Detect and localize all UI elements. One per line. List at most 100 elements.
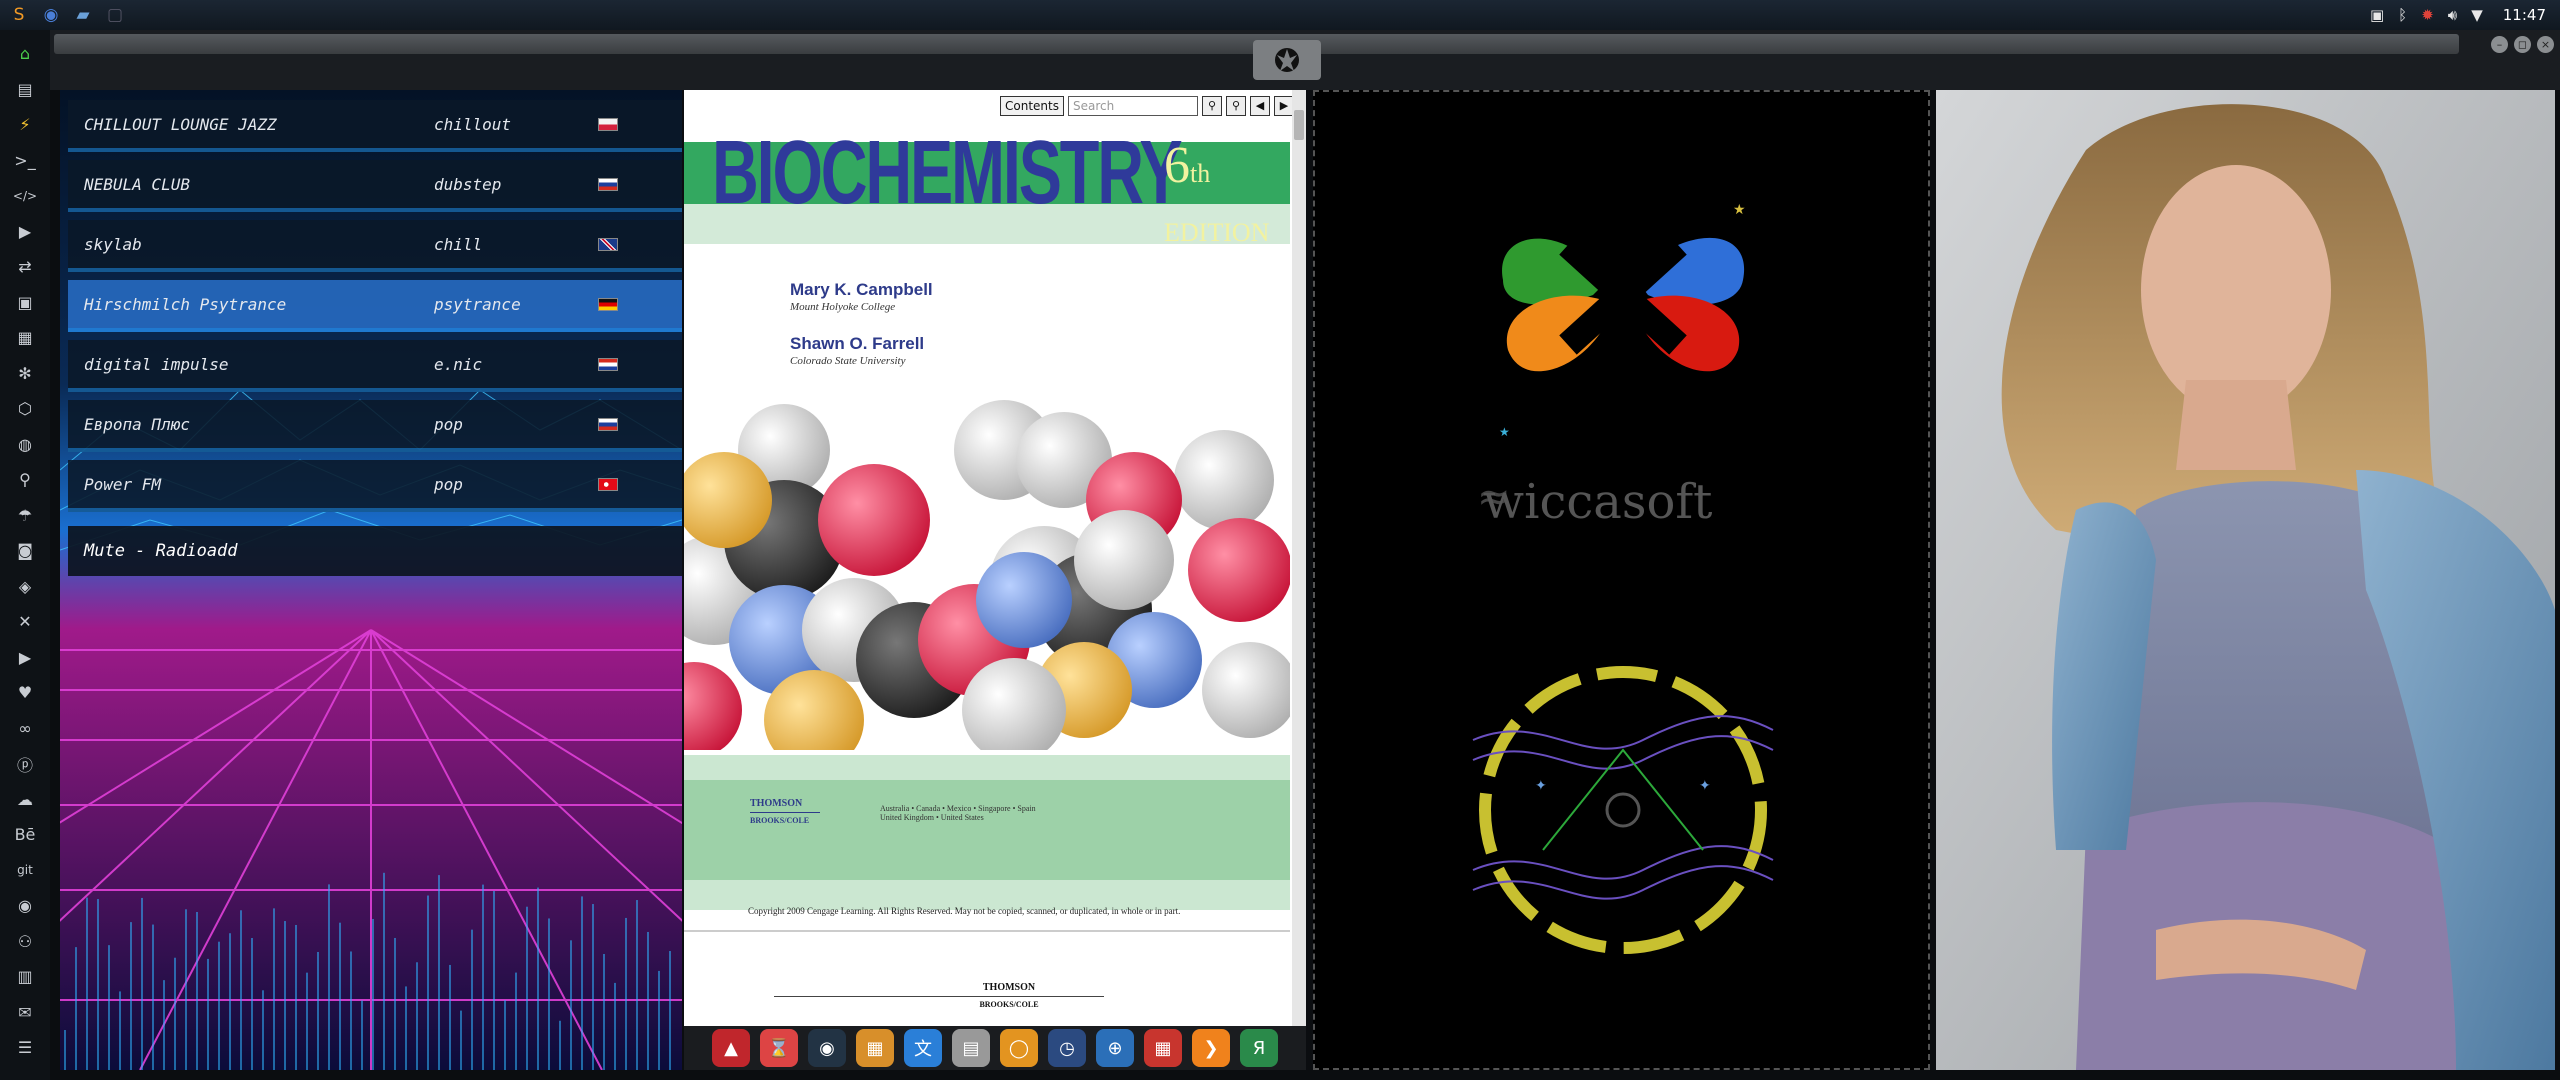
volume-icon[interactable]: 🔊︎ [2448, 6, 2457, 24]
folder-icon[interactable]: ▰ [70, 2, 96, 28]
copyright-notice: Copyright 2009 Cengage Learning. All Rig… [748, 906, 1181, 916]
terminal-icon[interactable]: >_ [5, 143, 45, 179]
next-page-icon[interactable]: ▶ [1274, 96, 1294, 116]
translate-icon[interactable]: ⇄ [5, 249, 45, 285]
translator-app-icon[interactable]: 文 [904, 1029, 942, 1067]
station-row[interactable]: NEBULA CLUB dubstep [68, 160, 682, 212]
sublime-app-icon[interactable]: ❯ [1192, 1029, 1230, 1067]
news-icon[interactable]: ▦ [5, 320, 45, 356]
settings-icon[interactable]: ✹ [2421, 6, 2434, 24]
pinterest-icon[interactable]: ⓟ [5, 746, 45, 782]
station-name: skylab [84, 234, 142, 254]
github-icon[interactable]: ◉ [5, 888, 45, 924]
station-row[interactable]: Power FM pop [68, 460, 682, 512]
planet-app-icon[interactable]: ◉ [808, 1029, 846, 1067]
now-playing-text[interactable]: Mute - Radioadd [68, 526, 682, 576]
home-icon[interactable]: ⌂ [5, 36, 45, 72]
svg-text:✦: ✦ [1699, 778, 1711, 794]
flag-ru-icon [598, 417, 618, 431]
infinity-icon[interactable]: ∞ [5, 711, 45, 747]
wifi-icon[interactable]: ▼ [2471, 6, 2483, 24]
flag-hr-icon [598, 357, 618, 371]
station-row[interactable]: Европа Плюс pop [68, 400, 682, 452]
clock-app-icon[interactable]: ◷ [1048, 1029, 1086, 1067]
youtube-icon[interactable]: ▶ [5, 640, 45, 676]
station-genre: pop [434, 414, 463, 434]
left-launcher: ⌂ ▤ ⚡ >_ </> ▶ ⇄ ▣ ▦ ✻ ⬡ ◍ ⚲ ☂ ◙ ◈ ✕ ▶ ♥ ∞ ⓟ ☁ Bē git ◉ ⚇ ▥ ✉ ☰ [0, 30, 50, 1080]
bluetooth-icon[interactable]: ᛒ [2398, 6, 2407, 24]
umbrella-icon[interactable]: ☂ [5, 498, 45, 534]
station-row[interactable]: digital impulse e.nic [68, 340, 682, 392]
mail-icon[interactable]: ✉ [5, 995, 45, 1031]
cloud-icon[interactable]: ☁ [5, 782, 45, 818]
rebel-emblem-icon[interactable] [1253, 40, 1321, 80]
play-icon[interactable]: ▶ [5, 214, 45, 250]
station-genre: chill [434, 234, 483, 254]
yandex-app-icon[interactable]: Я [1240, 1029, 1278, 1067]
station-genre: pop [434, 474, 463, 494]
sublime-icon[interactable]: S [6, 2, 32, 28]
cover-footer-band: THOMSON BROOKS/COLE Australia • Canada •… [684, 780, 1290, 880]
chromium-icon[interactable]: ◉ [38, 2, 64, 28]
portrait-photo [1936, 90, 2555, 1070]
screenshot-icon[interactable]: ▣ [2370, 6, 2384, 24]
publisher-logo: THOMSON [982, 982, 1036, 993]
flag-pl-icon [598, 117, 618, 131]
globe-app-icon[interactable]: ⊕ [1096, 1029, 1134, 1067]
station-name: Power FM [84, 474, 162, 494]
search-icon[interactable]: ⚲ [5, 462, 45, 498]
pdf-scrollbar[interactable] [1292, 90, 1306, 1070]
scroll-thumb[interactable] [1294, 110, 1304, 140]
red-triangle-app-icon[interactable]: ▲ [712, 1029, 750, 1067]
publisher-logo: THOMSON [750, 798, 803, 809]
author-affiliation: Colorado State University [790, 355, 906, 367]
station-row[interactable]: skylab chill [68, 220, 682, 272]
station-row[interactable]: Hirschmilch Psytrance psytrance [68, 280, 682, 332]
contents-button[interactable]: Contents [1000, 96, 1064, 116]
maximize-button[interactable]: ◻ [2514, 36, 2531, 53]
clock[interactable]: 11:47 [2503, 6, 2546, 24]
zoom-in-icon[interactable]: ⚲ [1226, 96, 1246, 116]
news-app-icon[interactable]: ▤ [952, 1029, 990, 1067]
prev-page-icon[interactable]: ◀ [1250, 96, 1270, 116]
bolt-icon[interactable]: ⚡ [5, 107, 45, 143]
diamond-icon[interactable]: ◈ [5, 569, 45, 605]
globe-icon[interactable]: ◍ [5, 427, 45, 463]
station-name: Hirschmilch Psytrance [84, 294, 287, 314]
station-genre: dubstep [434, 174, 502, 194]
list-icon[interactable]: ☰ [5, 1030, 45, 1066]
flag-de-icon [598, 297, 618, 311]
people-icon[interactable]: ⚇ [5, 924, 45, 960]
heart-icon[interactable]: ♥ [5, 675, 45, 711]
hexagon-icon[interactable]: ⬡ [5, 391, 45, 427]
publisher-imprint: BROOKS/COLE [979, 1000, 1039, 1009]
molecule-illustration [684, 400, 1290, 750]
window-icon[interactable]: ▢ [102, 2, 128, 28]
portrait-photo-panel [1936, 90, 2555, 1070]
station-name: digital impulse [84, 354, 229, 374]
search-input[interactable]: Search [1068, 96, 1198, 116]
react-icon[interactable]: ✻ [5, 356, 45, 392]
behance-icon[interactable]: Bē [5, 817, 45, 853]
document-icon[interactable]: ▤ [5, 72, 45, 108]
flag-tr-icon [598, 477, 618, 491]
map-icon[interactable]: ▥ [5, 959, 45, 995]
station-genre: chillout [434, 114, 512, 134]
system-tray: ▣ ᛒ ✹ 🔊︎ ▼ 11:47 [2370, 0, 2546, 30]
close-button[interactable]: × [2537, 36, 2554, 53]
minimize-button[interactable]: – [2491, 36, 2508, 53]
git-icon[interactable]: git [5, 853, 45, 889]
zoom-out-icon[interactable]: ⚲ [1202, 96, 1222, 116]
image-icon[interactable]: ▣ [5, 285, 45, 321]
hourglass-app-icon[interactable]: ⌛ [760, 1029, 798, 1067]
tools-icon[interactable]: ✕ [5, 604, 45, 640]
contact-icon[interactable]: ◙ [5, 533, 45, 569]
photos-app-icon[interactable]: ▦ [856, 1029, 894, 1067]
svg-text:★: ★ [1499, 425, 1510, 439]
brand-name: wiccasoft [1483, 474, 1713, 530]
station-row[interactable]: CHILLOUT LOUNGE JAZZ chillout [68, 100, 682, 152]
calendar-app-icon[interactable]: ▦ [1144, 1029, 1182, 1067]
code-icon[interactable]: </> [5, 178, 45, 214]
bottom-dock: ▲ ⌛ ◉ ▦ 文 ▤ ◯ ◷ ⊕ ▦ ❯ Я [684, 1026, 1306, 1070]
search-app-icon[interactable]: ◯ [1000, 1029, 1038, 1067]
